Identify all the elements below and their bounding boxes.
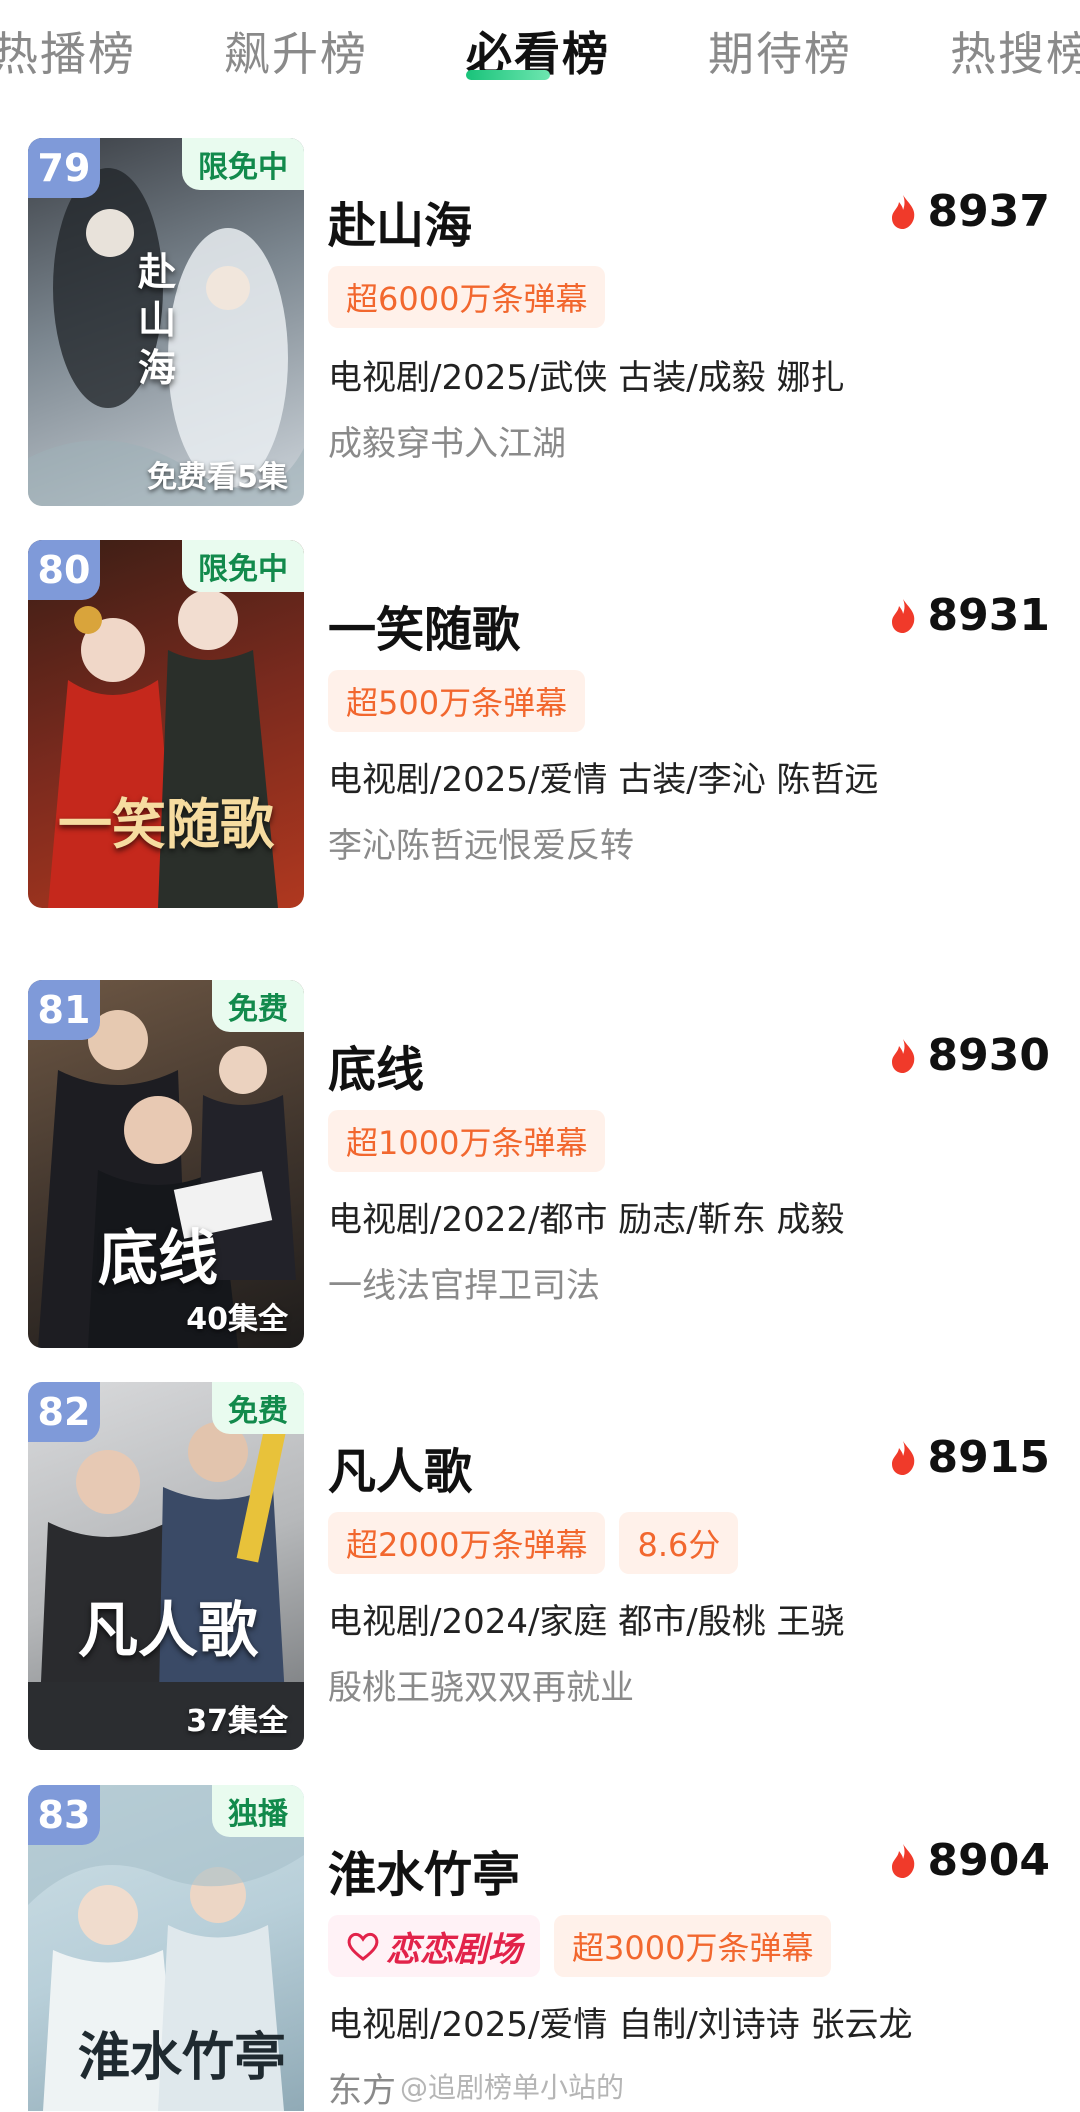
poster-image[interactable]: 淮水竹亭 83 独播 [28,1785,304,2111]
free-badge: 免费 [212,980,304,1032]
heat-score: 8904 [888,1835,1050,1886]
show-description: 一线法官捍卫司法 [328,1266,600,1306]
heat-score: 8937 [888,186,1050,237]
show-description: 成毅穿书入江湖 [328,424,566,464]
free-badge: 免费 [212,1382,304,1434]
rank-badge: 80 [28,540,100,600]
danmaku-tag: 超3000万条弹幕 [554,1915,832,1977]
show-title[interactable]: 淮水竹亭 [328,1835,520,1905]
flame-icon [891,1440,914,1475]
poster-title-text: 底线 [98,1224,218,1294]
episode-count: 37集全 [186,1704,288,1739]
heat-value: 8915 [927,1432,1050,1483]
list-item[interactable]: 赴山海 79 限免中 免费看5集 赴山海 8937 超6000万条弹幕 电视剧/… [0,138,1080,508]
flame-icon [891,1038,914,1073]
show-meta: 电视剧/2024/家庭 都市/殷桃 王骁 [328,1602,845,1642]
episode-count: 免费看5集 [147,460,288,495]
poster-title-text: 赴山海 [138,249,177,390]
poster-image[interactable]: 底线 81 免费 40集全 [28,980,304,1348]
show-title[interactable]: 凡人歌 [328,1432,472,1502]
danmaku-tag: 超6000万条弹幕 [328,266,606,328]
poster-image[interactable]: 赴山海 79 限免中 免费看5集 [28,138,304,506]
tab-hot[interactable]: 热播榜 [0,18,136,84]
show-meta: 电视剧/2025/爱情 古装/李沁 陈哲远 [328,760,879,800]
ranking-tab-bar: 热播榜 飙升榜 必看榜 期待榜 热搜榜 [0,0,1080,110]
tab-anticipated[interactable]: 期待榜 [708,18,852,84]
tag-row: 超1000万条弹幕 [328,1110,606,1172]
list-item[interactable]: 淮水竹亭 83 独播 淮水竹亭 8904 恋恋剧场 超3000万条弹幕 电视剧/… [0,1785,1080,2111]
heat-score: 8915 [888,1432,1050,1483]
danmaku-tag: 超500万条弹幕 [328,670,586,732]
rank-badge: 82 [28,1382,100,1442]
tab-rising[interactable]: 飙升榜 [224,18,368,84]
tag-row: 超500万条弹幕 [328,670,586,732]
heat-score: 8930 [888,1030,1050,1081]
tag-row: 超2000万条弹幕 8.6分 [328,1512,739,1574]
flame-icon [891,598,914,633]
show-meta: 电视剧/2025/爱情 自制/刘诗诗 张云龙 [328,2005,913,2045]
heat-score: 8931 [888,590,1050,641]
tag-row: 超6000万条弹幕 [328,266,606,328]
flame-icon [891,194,914,229]
list-item[interactable]: 底线 81 免费 40集全 底线 8930 超1000万条弹幕 电视剧/2022… [0,980,1080,1350]
heat-value: 8937 [927,186,1050,237]
show-title[interactable]: 赴山海 [328,186,472,256]
poster-image[interactable]: 凡人歌 82 免费 37集全 [28,1382,304,1750]
show-title[interactable]: 一笑随歌 [328,590,520,660]
score-tag: 8.6分 [619,1512,739,1574]
flame-icon [891,1843,914,1878]
rank-badge: 81 [28,980,100,1040]
poster-image[interactable]: 一笑随歌 80 限免中 [28,540,304,908]
list-item[interactable]: 一笑随歌 80 限免中 一笑随歌 8931 超500万条弹幕 电视剧/2025/… [0,540,1080,910]
heat-value: 8904 [927,1835,1050,1886]
brand-label: 恋恋剧场 [386,1929,522,1970]
theater-brand-tag: 恋恋剧场 [328,1915,540,1977]
episode-count: 40集全 [186,1302,288,1337]
poster-title-text: 淮水竹亭 [78,2027,287,2088]
poster-title-text: 一笑随歌 [58,792,274,856]
tab-hot-search[interactable]: 热搜榜 [950,18,1080,84]
danmaku-tag: 超1000万条弹幕 [328,1110,606,1172]
free-badge: 限免中 [182,138,304,190]
heat-value: 8931 [927,590,1050,641]
danmaku-tag: 超2000万条弹幕 [328,1512,606,1574]
rank-badge: 79 [28,138,100,198]
active-tab-indicator [466,70,550,80]
show-meta: 电视剧/2022/都市 励志/靳东 成毅 [328,1200,845,1240]
show-description: 李沁陈哲远恨爱反转 [328,826,634,866]
show-title[interactable]: 底线 [328,1030,424,1100]
show-meta: 电视剧/2025/武侠 古装/成毅 娜扎 [328,358,845,398]
exclusive-badge: 独播 [212,1785,304,1837]
heart-icon [347,1932,379,1961]
poster-title-text: 凡人歌 [78,1596,258,1666]
list-item[interactable]: 凡人歌 82 免费 37集全 凡人歌 8915 超2000万条弹幕 8.6分 电… [0,1382,1080,1752]
free-badge: 限免中 [182,540,304,592]
tag-row: 恋恋剧场 超3000万条弹幕 [328,1915,832,1977]
rank-badge: 83 [28,1785,100,1845]
show-description: 殷桃王骁双双再就业 [328,1668,634,1708]
watermark: @追剧榜单小站的 [400,2071,625,2104]
show-description: 东方 [328,2071,396,2111]
heat-value: 8930 [927,1030,1050,1081]
